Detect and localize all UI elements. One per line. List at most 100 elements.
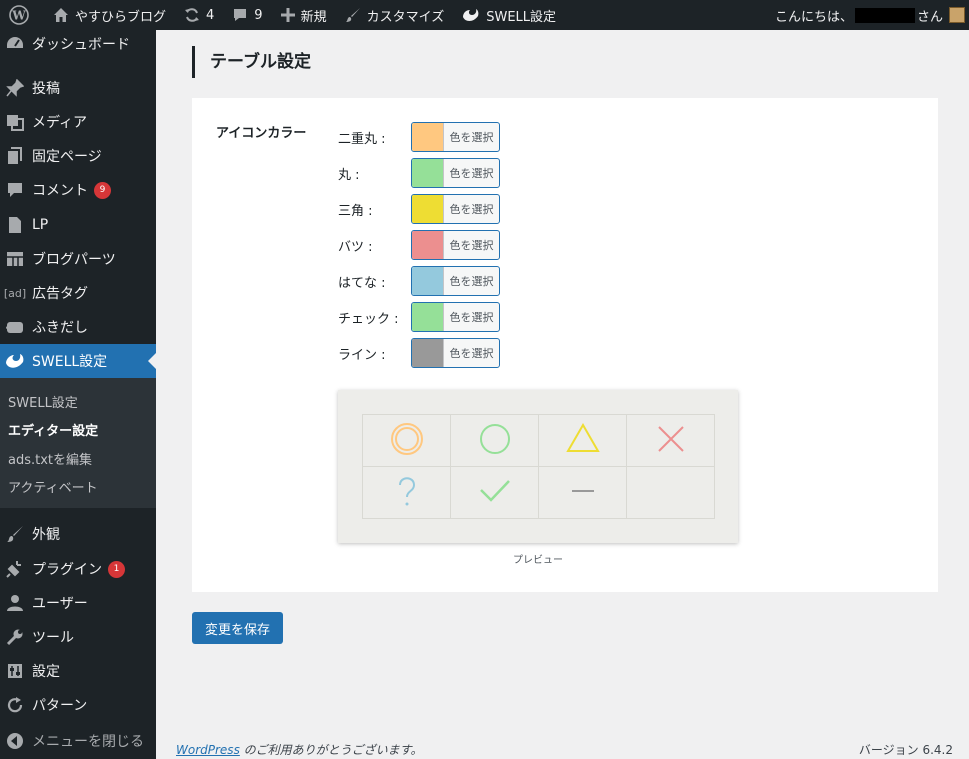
page-icon — [5, 146, 25, 166]
avatar — [949, 7, 965, 23]
site-name: やすひらブログ — [75, 9, 167, 25]
picker-label: 色を選択 — [443, 195, 499, 223]
comment-icon — [5, 180, 25, 200]
color-swatch — [412, 195, 443, 223]
color-row-label: 三角 : — [338, 203, 373, 219]
menu-label: パターン — [32, 698, 88, 714]
menu-item-media[interactable]: メディア — [0, 105, 156, 139]
color-swatch — [412, 123, 443, 151]
updates-link[interactable]: 4 — [175, 0, 223, 30]
redacted-username — [854, 7, 915, 23]
dashboard-icon — [5, 34, 25, 54]
collapse-icon — [5, 731, 25, 751]
menu-item-plugins[interactable]: プラグイン 1 — [0, 552, 156, 586]
swell-icon — [5, 351, 25, 371]
comments-link[interactable]: 9 — [223, 0, 271, 30]
color-picker-button[interactable]: 色を選択 — [411, 266, 500, 296]
wordpress-logo-button[interactable]: W — [0, 0, 44, 30]
color-row-label: 二重丸 : — [338, 131, 386, 147]
menu-item-ad-tags[interactable]: [ad] 広告タグ — [0, 276, 156, 310]
menu-label: 投稿 — [32, 81, 60, 97]
preview-table — [362, 414, 715, 519]
refresh-icon — [5, 695, 25, 715]
plugins-badge: 1 — [108, 560, 125, 578]
color-row-double-circle: 二重丸 : 色を選択 — [338, 122, 500, 152]
color-row-label: はてな : — [338, 275, 386, 291]
color-swatch — [412, 159, 443, 187]
color-row-check: チェック : 色を選択 — [338, 302, 500, 332]
color-picker-button[interactable]: 色を選択 — [411, 194, 500, 224]
collapse-menu-button[interactable]: メニューを閉じる — [0, 724, 156, 758]
submenu-editor-settings[interactable]: エディター設定 — [8, 420, 98, 439]
submenu-swell-settings[interactable]: SWELL設定 — [8, 392, 78, 411]
comments-count: 9 — [254, 7, 263, 23]
color-picker-button[interactable]: 色を選択 — [411, 302, 500, 332]
pin-icon — [5, 78, 25, 98]
footer-version: バージョン 6.4.2 — [858, 743, 953, 757]
color-picker-button[interactable]: 色を選択 — [411, 338, 500, 368]
wordpress-link[interactable]: WordPress — [176, 743, 240, 757]
home-icon — [54, 8, 68, 22]
menu-item-lp[interactable]: LP — [0, 208, 156, 242]
icon-preview — [338, 390, 738, 543]
menu-label: SWELL設定 — [32, 354, 108, 370]
menu-label: プラグイン — [32, 562, 102, 578]
menu-label: ユーザー — [32, 596, 88, 612]
user-icon — [5, 593, 25, 613]
menu-item-swell-settings[interactable]: SWELL設定 — [0, 344, 156, 378]
swell-settings-link[interactable]: SWELL設定 — [453, 0, 565, 30]
brush-icon — [5, 524, 25, 544]
color-swatch — [412, 303, 443, 331]
customize-link[interactable]: カスタマイズ — [336, 0, 454, 30]
save-changes-button[interactable]: 変更を保存 — [192, 612, 283, 644]
my-account-menu[interactable]: こんにちは、 さん — [775, 6, 969, 25]
color-picker-button[interactable]: 色を選択 — [411, 230, 500, 260]
updates-icon — [185, 8, 200, 22]
menu-item-comments[interactable]: コメント 9 — [0, 173, 156, 207]
menu-label: ダッシュボード — [32, 37, 130, 53]
swell-label: SWELL設定 — [486, 9, 557, 25]
menu-item-users[interactable]: ユーザー — [0, 586, 156, 620]
menu-item-pages[interactable]: 固定ページ — [0, 139, 156, 173]
color-row-label: チェック : — [338, 311, 399, 327]
submenu-ads-txt[interactable]: ads.txtを編集 — [8, 449, 92, 468]
menu-item-patterns[interactable]: パターン — [0, 688, 156, 722]
menu-label: ツール — [32, 630, 74, 646]
menu-item-dashboard[interactable]: ダッシュボード — [0, 27, 156, 61]
picker-label: 色を選択 — [443, 339, 499, 367]
preview-cell — [626, 466, 715, 519]
site-name-link[interactable]: やすひらブログ — [44, 0, 175, 30]
updates-count: 4 — [206, 7, 215, 23]
preview-cell — [538, 414, 627, 467]
menu-item-fukidashi[interactable]: ふきだし — [0, 310, 156, 344]
greeting-suffix: さん — [916, 9, 943, 25]
menu-item-posts[interactable]: 投稿 — [0, 71, 156, 105]
menu-item-blog-parts[interactable]: ブログパーツ — [0, 242, 156, 276]
footer-thanks: WordPress のご利用ありがとうございます。 — [176, 741, 422, 758]
triangle-icon — [565, 422, 600, 452]
color-swatch — [412, 339, 443, 367]
color-picker-button[interactable]: 色を選択 — [411, 158, 500, 188]
settings-icon — [5, 661, 25, 681]
menu-item-appearance[interactable]: 外観 — [0, 517, 156, 551]
color-row-triangle: 三角 : 色を選択 — [338, 194, 500, 224]
admin-sidebar: ダッシュボード 投稿 メディア 固定ページ コメント 9 LP ブログパーツ [… — [0, 30, 156, 759]
menu-item-tools[interactable]: ツール — [0, 620, 156, 654]
new-content-link[interactable]: 新規 — [272, 0, 336, 30]
picker-label: 色を選択 — [443, 231, 499, 259]
menu-label: ふきだし — [32, 320, 88, 336]
color-row-cross: バツ : 色を選択 — [338, 230, 500, 260]
preview-cell — [450, 466, 539, 519]
picker-label: 色を選択 — [443, 123, 499, 151]
menu-label: LP — [32, 217, 49, 233]
check-icon — [479, 479, 510, 502]
picker-label: 色を選択 — [443, 267, 499, 295]
color-picker-button[interactable]: 色を選択 — [411, 122, 500, 152]
wrench-icon — [5, 627, 25, 647]
menu-item-settings[interactable]: 設定 — [0, 654, 156, 688]
menu-label: 広告タグ — [32, 286, 88, 302]
circle-icon — [479, 423, 510, 454]
submenu-activate[interactable]: アクティベート — [8, 477, 98, 496]
color-swatch — [412, 231, 443, 259]
menu-label: コメント — [32, 183, 88, 199]
